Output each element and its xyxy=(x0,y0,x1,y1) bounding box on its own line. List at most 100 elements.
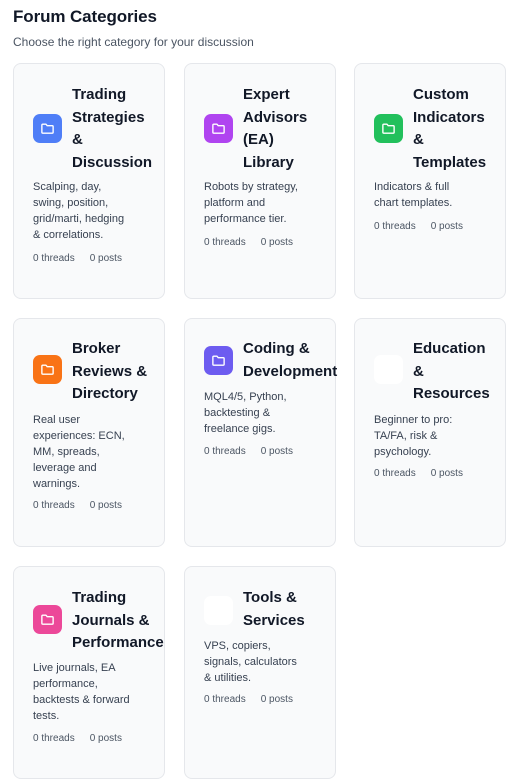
category-title-line: Indicators xyxy=(413,108,485,126)
folder-icon xyxy=(204,114,233,143)
category-stats: 0 threads 0 posts xyxy=(204,694,293,705)
category-description: Scalping, day, swing, position, grid/marti… xyxy=(33,179,151,243)
category-description-line: Beginner to pro: xyxy=(374,414,453,426)
thread-count: 0 threads xyxy=(33,733,75,744)
category-description-line: MM, spreads, xyxy=(33,446,100,458)
category-description-line: backtests & forward xyxy=(33,694,130,706)
thread-count: 0 threads xyxy=(204,694,246,705)
category-card[interactable]: Education & Resources Beginner to pro: TA/FA… xyxy=(354,318,506,547)
category-card[interactable]: Trading Journals & Performance Live journal… xyxy=(13,566,165,779)
page-title: Forum Categories xyxy=(13,7,157,26)
category-title-line: Trading xyxy=(72,589,127,606)
category-title-line: (EA) xyxy=(243,131,274,148)
category-title-line: Journals & xyxy=(72,611,150,629)
folder-icon xyxy=(33,114,62,143)
folder-icon xyxy=(33,355,62,384)
category-title-line: Broker xyxy=(72,340,121,357)
category-title: Custom Indicators & Templates xyxy=(413,84,486,174)
category-title: Trading Journals & Performance xyxy=(72,587,164,655)
category-title-line: Advisors xyxy=(243,108,308,126)
category-title-line: Tools & xyxy=(243,589,297,606)
category-description-line: VPS, copiers, xyxy=(204,640,271,652)
category-description-line: performance, xyxy=(33,678,98,690)
category-description: MQL4/5, Python, backtesting & freelance gi… xyxy=(204,389,322,437)
category-description-line: signals, calculators xyxy=(204,656,297,668)
category-description-line: performance tier. xyxy=(204,213,287,225)
category-title: Coding & Development xyxy=(243,338,337,383)
thread-count: 0 threads xyxy=(374,221,416,232)
category-description-line: Robots by strategy, xyxy=(204,181,298,193)
folder-icon xyxy=(33,605,62,634)
category-description-line: freelance gigs. xyxy=(204,423,276,435)
category-description: Beginner to pro: TA/FA, risk & psychology. xyxy=(374,412,492,460)
category-description-line: warnings. xyxy=(33,478,81,490)
category-description: Robots by strategy, platform and performan… xyxy=(204,179,322,227)
category-card[interactable]: Broker Reviews & Directory Real user experie… xyxy=(13,318,165,547)
category-card[interactable]: Trading Strategies & Discussion Scalping, da… xyxy=(13,63,165,299)
post-count: 0 posts xyxy=(260,237,293,248)
category-card[interactable]: Custom Indicators & Templates Indicators & f… xyxy=(354,63,506,299)
category-title-line: Discussion xyxy=(72,153,153,171)
thread-count: 0 threads xyxy=(33,253,75,264)
category-title: Broker Reviews & Directory xyxy=(72,338,147,406)
category-title-line: Templates xyxy=(413,153,487,171)
category-description-line: tests. xyxy=(33,710,60,722)
post-count: 0 posts xyxy=(89,733,122,744)
post-count: 0 posts xyxy=(260,694,293,705)
folder-icon xyxy=(204,346,233,375)
page-subtitle: Choose the right category for your discu… xyxy=(13,35,254,49)
post-count: 0 posts xyxy=(430,221,463,232)
category-title: Expert Advisors (EA) Library xyxy=(243,84,307,174)
category-description-line: Real user xyxy=(33,414,81,426)
category-card[interactable]: Tools & Services VPS, copiers, signals, cal… xyxy=(184,566,336,779)
category-description-line: TA/FA, risk & xyxy=(374,430,438,442)
category-title-line: Development xyxy=(243,362,338,380)
category-description-line: & correlations. xyxy=(33,229,104,241)
category-description-line: chart templates. xyxy=(374,197,453,209)
category-description-line: Indicators & full xyxy=(374,181,450,193)
category-description-line: platform and xyxy=(204,197,266,209)
category-description-line: grid/marti, hedging xyxy=(33,213,125,225)
category-card[interactable]: Expert Advisors (EA) Library Robots by strat… xyxy=(184,63,336,299)
category-title-line: Trading xyxy=(72,86,127,103)
category-description: Live journals, EA performance, backtests &… xyxy=(33,660,151,724)
folder-icon xyxy=(204,596,233,625)
post-count: 0 posts xyxy=(89,253,122,264)
category-title-line: Directory xyxy=(72,385,138,402)
category-title-line: Performance xyxy=(72,634,164,651)
category-title: Education & Resources xyxy=(413,338,490,406)
category-title-line: Services xyxy=(243,611,305,629)
category-description-line: leverage and xyxy=(33,462,97,474)
thread-count: 0 threads xyxy=(374,468,416,479)
category-description-line: MQL4/5, Python, xyxy=(204,391,287,403)
category-description-line: Scalping, day, xyxy=(33,181,102,193)
category-title-line: Strategies xyxy=(72,108,145,126)
post-count: 0 posts xyxy=(430,468,463,479)
category-card[interactable]: Coding & Development MQL4/5, Python, backte… xyxy=(184,318,337,547)
thread-count: 0 threads xyxy=(33,500,75,511)
category-stats: 0 threads 0 posts xyxy=(33,733,122,744)
category-title-line: & xyxy=(413,131,424,148)
category-stats: 0 threads 0 posts xyxy=(374,468,463,479)
post-count: 0 posts xyxy=(260,446,293,457)
category-title-line: & xyxy=(72,131,83,148)
category-title: Trading Strategies & Discussion xyxy=(72,84,152,174)
category-description: VPS, copiers, signals, calculators & utili… xyxy=(204,638,322,686)
category-stats: 0 threads 0 posts xyxy=(33,500,122,511)
category-description-line: psychology. xyxy=(374,446,432,458)
category-description: Indicators & full chart templates. xyxy=(374,179,492,211)
thread-count: 0 threads xyxy=(204,446,246,457)
category-stats: 0 threads 0 posts xyxy=(204,237,293,248)
category-stats: 0 threads 0 posts xyxy=(33,253,122,264)
thread-count: 0 threads xyxy=(204,237,246,248)
category-description: Real user experiences: ECN, MM, spreads, le… xyxy=(33,412,151,492)
category-description-line: swing, position, xyxy=(33,197,109,209)
category-stats: 0 threads 0 posts xyxy=(374,221,463,232)
category-description-line: Live journals, EA xyxy=(33,662,116,674)
category-title-line: Expert xyxy=(243,86,290,103)
category-title-line: Education xyxy=(413,340,486,357)
category-stats: 0 threads 0 posts xyxy=(204,446,293,457)
folder-icon xyxy=(374,114,403,143)
category-description-line: experiences: ECN, xyxy=(33,430,125,442)
category-description-line: backtesting & xyxy=(204,407,271,419)
